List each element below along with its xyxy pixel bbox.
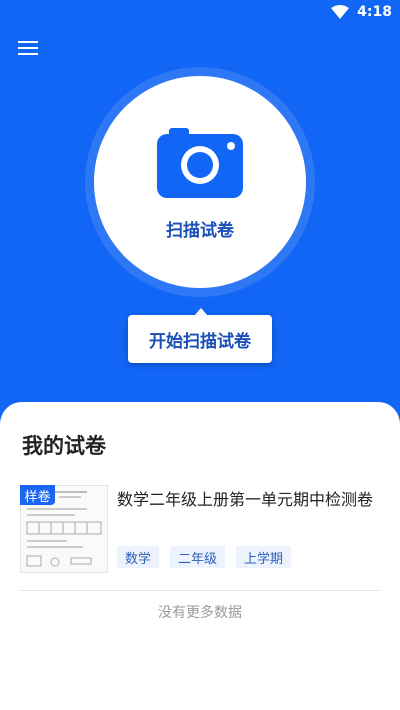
paper-title: 数学二年级上册第一单元期中检测卷 [117,490,374,509]
tag-subject: 数学 [117,546,160,568]
section-title: 我的试卷 [22,434,106,458]
tag-term: 上学期 [236,546,292,568]
wifi-icon [331,5,350,19]
status-bar: 4:18 [0,0,400,24]
status-time: 4:18 [357,4,392,20]
scan-button[interactable]: 扫描试卷 [94,76,306,288]
tag-grade: 二年级 [170,546,226,568]
menu-button[interactable] [14,36,42,60]
menu-icon [18,41,38,55]
sample-badge: 样卷 [20,485,55,505]
divider [20,590,380,591]
start-scan-button[interactable]: 开始扫描试卷 [128,315,272,363]
paper-card[interactable]: 样卷 数学二年级上册第一单元期中检测卷 数学 二年级 上学期 [20,482,382,573]
camera-icon [157,128,243,198]
scan-label: 扫描试卷 [166,221,234,241]
no-more-data-text: 没有更多数据 [158,605,242,621]
